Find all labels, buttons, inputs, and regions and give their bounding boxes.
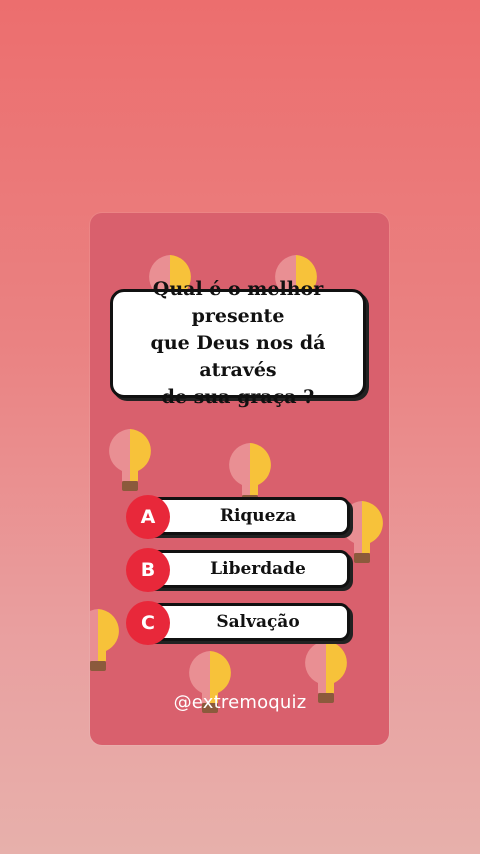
answer-letter-badge: B bbox=[126, 548, 170, 592]
answer-letter-badge: A bbox=[126, 495, 170, 539]
answer-option-a[interactable]: Riqueza A bbox=[126, 495, 350, 539]
answer-option-c[interactable]: Salvação C bbox=[126, 601, 350, 645]
answer-letter-badge: C bbox=[126, 601, 170, 645]
lightbulb-brain-icon bbox=[90, 609, 119, 671]
answer-option-b[interactable]: Liberdade B bbox=[126, 548, 350, 592]
channel-handle: @extremoquiz bbox=[173, 692, 307, 713]
lightbulb-brain-icon bbox=[109, 429, 151, 491]
question-box: Qual é o melhor presente que Deus nos dá… bbox=[110, 278, 366, 408]
